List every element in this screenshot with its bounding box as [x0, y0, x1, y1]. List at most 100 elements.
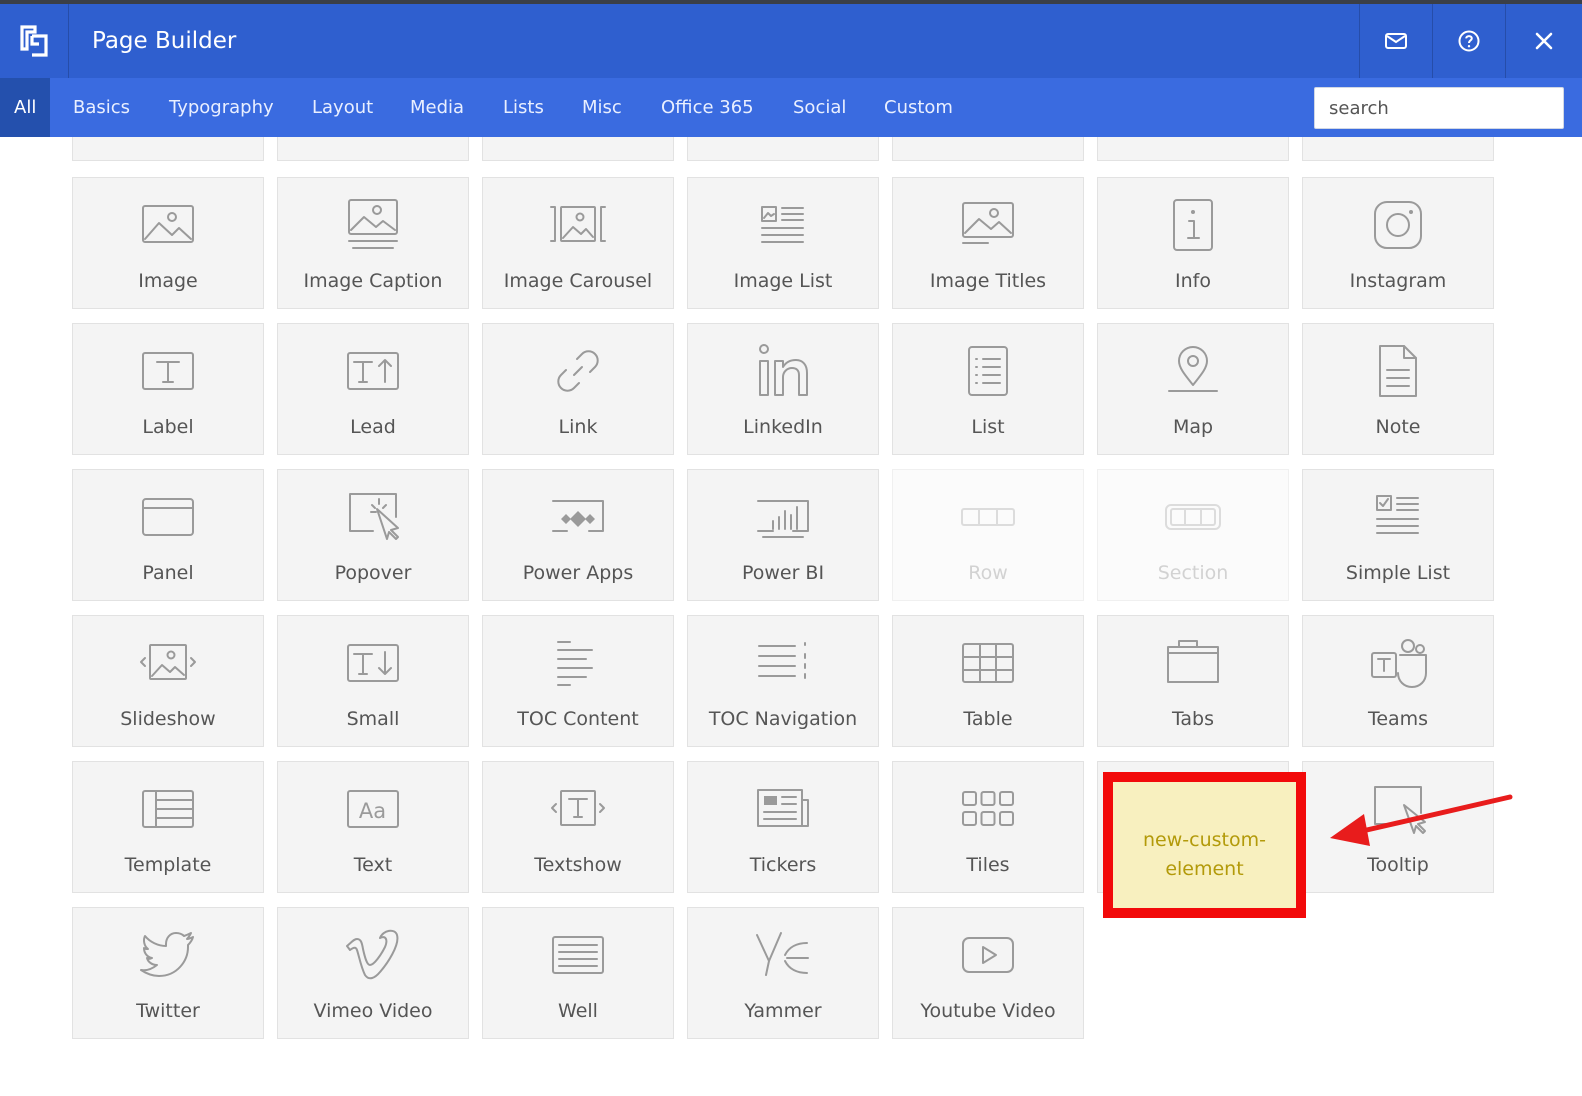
element-tile-text[interactable]: Aa Text — [277, 761, 469, 893]
element-tile-label: Lead — [350, 416, 396, 438]
table-icon — [893, 630, 1083, 696]
element-tile-emphasis[interactable]: Emphasis — [72, 137, 264, 161]
tab-typography[interactable]: Typography — [169, 78, 274, 137]
element-tile-popover[interactable]: Popover — [277, 469, 469, 601]
element-tile-power-bi[interactable]: Power BI — [687, 469, 879, 601]
page-builder-logo-icon — [20, 25, 48, 57]
template-icon — [73, 776, 263, 842]
tab-all[interactable]: All — [0, 78, 51, 137]
tab-basics[interactable]: Basics — [73, 78, 130, 137]
slideshow-icon — [73, 630, 263, 696]
element-tile-label: Section — [1157, 562, 1229, 584]
element-tile-list[interactable]: List — [892, 323, 1084, 455]
element-tile-file-list[interactable]: File List — [687, 137, 879, 161]
element-tile-facebook[interactable]: Facebook — [482, 137, 674, 161]
element-tile-tickers[interactable]: Tickers — [687, 761, 879, 893]
note-icon — [1303, 338, 1493, 404]
element-tile-toc-navigation[interactable]: TOC Navigation — [687, 615, 879, 747]
power-bi-icon — [688, 484, 878, 550]
tab-social[interactable]: Social — [793, 78, 846, 137]
toc-content-icon — [483, 630, 673, 696]
element-tile-image-caption[interactable]: Image Caption — [277, 177, 469, 309]
tab-custom[interactable]: Custom — [884, 78, 953, 137]
element-tile-label: Panel — [142, 562, 194, 584]
element-tile-textshow[interactable]: Textshow — [482, 761, 674, 893]
toc-navigation-icon — [688, 630, 878, 696]
element-tile-toc-content[interactable]: TOC Content — [482, 615, 674, 747]
element-tile-label[interactable]: Label — [72, 323, 264, 455]
element-tile-image-titles[interactable]: Image Titles — [892, 177, 1084, 309]
new-custom-element-tile[interactable]: new-custom-element — [1103, 772, 1306, 918]
element-tile-label: Image — [138, 270, 198, 292]
element-tile-label: Link — [558, 416, 598, 438]
element-tile-power-apps[interactable]: Power Apps — [482, 469, 674, 601]
element-tile-table[interactable]: Table — [892, 615, 1084, 747]
element-tile-label: Power Apps — [522, 562, 634, 584]
yammer-icon — [688, 922, 878, 988]
element-tile-simple-list[interactable]: Simple List — [1302, 469, 1494, 601]
list-icon — [893, 338, 1083, 404]
tab-media[interactable]: Media — [410, 78, 464, 137]
element-tile-lead[interactable]: Lead — [277, 323, 469, 455]
close-button[interactable] — [1505, 4, 1582, 78]
section-icon — [1098, 484, 1288, 550]
tab-lists[interactable]: Lists — [503, 78, 544, 137]
mail-button[interactable] — [1359, 4, 1432, 78]
element-tile-small[interactable]: Small — [277, 615, 469, 747]
element-tile-youtube-video[interactable]: Youtube Video — [892, 907, 1084, 1039]
element-tile-label: Tooltip — [1367, 854, 1429, 876]
custom-element-label: new-custom-element — [1143, 829, 1266, 880]
element-tile-label: Small — [346, 708, 400, 730]
tab-office-365[interactable]: Office 365 — [661, 78, 754, 137]
element-tile-vimeo-video[interactable]: Vimeo Video — [277, 907, 469, 1039]
element-tile-label: Text — [353, 854, 393, 876]
element-tile-note[interactable]: Note — [1302, 323, 1494, 455]
element-tile-slideshow[interactable]: Slideshow — [72, 615, 264, 747]
element-tile-panel[interactable]: Panel — [72, 469, 264, 601]
small-icon — [278, 630, 468, 696]
element-tile-frame[interactable]: Frame — [892, 137, 1084, 161]
label-icon — [73, 338, 263, 404]
element-tile-label: Table — [963, 708, 1013, 730]
row-icon — [893, 484, 1083, 550]
element-tile-linkedin[interactable]: LinkedIn — [687, 323, 879, 455]
help-button[interactable] — [1432, 4, 1505, 78]
element-tile-icon-list[interactable]: Icon List — [1302, 137, 1494, 161]
element-tile-image[interactable]: Image — [72, 177, 264, 309]
element-tile-label: Tabs — [1171, 708, 1215, 730]
page-title: Page Builder — [92, 28, 237, 54]
image-carousel-icon — [483, 192, 673, 258]
element-tile-link[interactable]: Link — [482, 323, 674, 455]
vimeo-icon — [278, 922, 468, 988]
tab-layout[interactable]: Layout — [312, 78, 373, 137]
element-tile-tabs[interactable]: Tabs — [1097, 615, 1289, 747]
element-tile-label: Image Titles — [929, 270, 1047, 292]
element-tile-yammer[interactable]: Yammer — [687, 907, 879, 1039]
image-titles-icon — [893, 192, 1083, 258]
text-icon: Aa — [278, 776, 468, 842]
element-tile-info[interactable]: Info — [1097, 177, 1289, 309]
element-tile-events[interactable]: Events — [277, 137, 469, 161]
info-icon — [1098, 192, 1288, 258]
image-caption-icon — [278, 192, 468, 258]
element-tile-icon[interactable]: Icon — [1097, 137, 1289, 161]
element-tile-teams[interactable]: Teams — [1302, 615, 1494, 747]
element-tile-label: Simple List — [1345, 562, 1451, 584]
element-tile-template[interactable]: Template — [72, 761, 264, 893]
element-tile-well[interactable]: Well — [482, 907, 674, 1039]
element-tile-label: Twitter — [136, 1000, 200, 1022]
element-tile-twitter[interactable]: Twitter — [72, 907, 264, 1039]
element-tile-map[interactable]: Map — [1097, 323, 1289, 455]
tab-misc[interactable]: Misc — [582, 78, 622, 137]
element-tile-label: Row — [968, 562, 1008, 584]
image-icon — [73, 192, 263, 258]
element-tile-label: Image Caption — [303, 270, 443, 292]
element-tile-image-carousel[interactable]: Image Carousel — [482, 177, 674, 309]
element-tile-label: Info — [1175, 270, 1211, 292]
panel-icon — [73, 484, 263, 550]
element-tile-instagram[interactable]: Instagram — [1302, 177, 1494, 309]
element-tile-label: Vimeo Video — [313, 1000, 433, 1022]
element-tile-tiles[interactable]: Tiles — [892, 761, 1084, 893]
search-input[interactable] — [1314, 87, 1564, 129]
element-tile-image-list[interactable]: Image List — [687, 177, 879, 309]
